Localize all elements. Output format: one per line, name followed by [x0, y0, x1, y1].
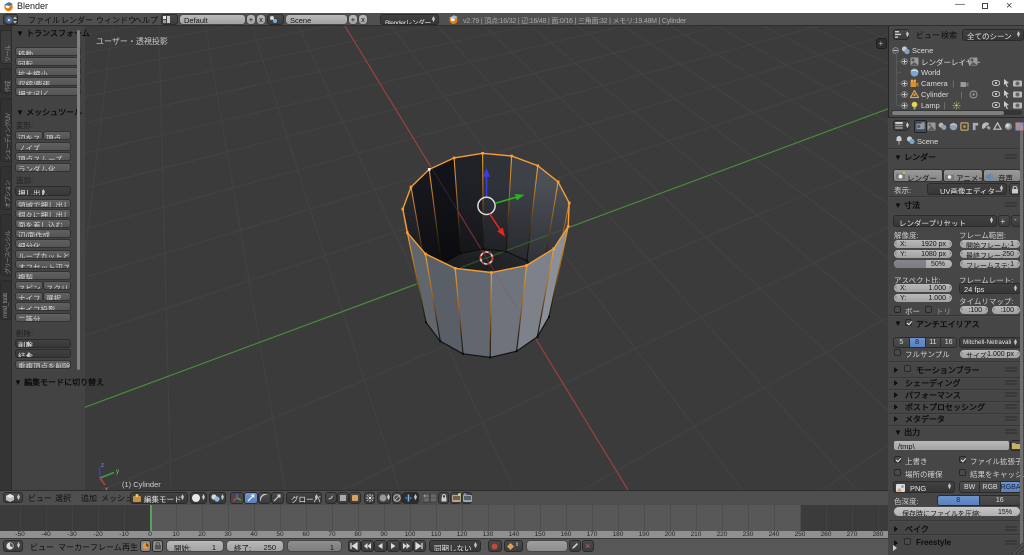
svg-text:y: y: [116, 469, 119, 475]
svg-text:z: z: [101, 463, 104, 469]
